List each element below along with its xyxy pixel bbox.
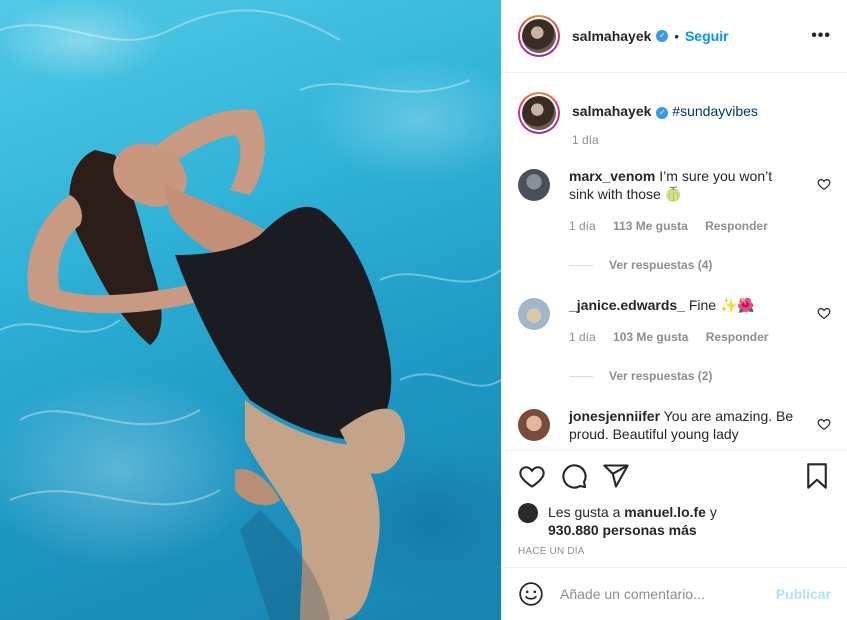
more-options-icon[interactable]: ••• <box>811 27 831 45</box>
heart-icon[interactable] <box>518 462 546 490</box>
commenter-avatar[interactable] <box>518 298 550 330</box>
author-avatar[interactable] <box>518 15 560 57</box>
comment-item: jonesjenniifer You are amazing. Be proud… <box>518 407 831 443</box>
comment-item: _janice.edwards_ Fine ✨🌺 1 día 103 Me gu… <box>518 296 831 346</box>
view-replies-button[interactable]: Ver respuestas (2) <box>569 369 831 383</box>
comment-meta: 1 día 113 Me gusta Responder <box>569 217 794 235</box>
likes-prefix: Les gusta a <box>548 504 621 520</box>
comment-input[interactable] <box>560 586 760 602</box>
comment-meta: 1 día 103 Me gusta Responder <box>569 328 794 346</box>
comment-like-heart-icon[interactable] <box>817 417 831 431</box>
add-comment-bar: Publicar <box>502 567 847 620</box>
comment-username[interactable]: jonesjenniifer <box>569 408 660 424</box>
comment-username[interactable]: _janice.edwards_ <box>569 297 685 313</box>
commenter-avatar[interactable] <box>518 409 550 441</box>
comment-like-heart-icon[interactable] <box>817 306 831 320</box>
liker-username[interactable]: manuel.lo.fe <box>624 504 706 520</box>
comment-like-heart-icon[interactable] <box>817 177 831 191</box>
pool-scene <box>0 9 501 620</box>
posted-ago[interactable]: HACE UN DÍA <box>518 546 831 557</box>
post-photo[interactable] <box>0 0 501 620</box>
caption-author-avatar[interactable] <box>518 92 560 134</box>
post-sidebar: salmahayek ✓ • Seguir ••• salmahayek ✓ #s… <box>501 0 847 620</box>
author-username[interactable]: salmahayek <box>572 28 651 44</box>
comment-item: marx_venom I’m sure you won’t sink with … <box>518 167 831 235</box>
verified-badge-icon: ✓ <box>656 30 669 42</box>
likes-count[interactable]: 930.880 personas más <box>548 522 697 538</box>
reply-button[interactable]: Responder <box>706 330 769 344</box>
view-replies-button[interactable]: Ver respuestas (4) <box>569 258 831 272</box>
comments-list[interactable]: salmahayek ✓ #sundayvibes 1 día marx_veno… <box>502 74 847 450</box>
comment-likes[interactable]: 103 Me gusta <box>613 330 688 344</box>
share-icon[interactable] <box>602 462 630 490</box>
comment-time[interactable]: 1 día <box>569 330 596 344</box>
post-caption: salmahayek ✓ #sundayvibes 1 día <box>518 92 831 147</box>
emoji-icon[interactable] <box>518 581 544 607</box>
comment-icon[interactable] <box>560 462 588 490</box>
view-replies-label[interactable]: Ver respuestas (2) <box>609 369 712 383</box>
replies-divider <box>569 264 593 266</box>
likes-connector: y <box>709 504 717 520</box>
instagram-post: salmahayek ✓ • Seguir ••• salmahayek ✓ #s… <box>0 0 847 620</box>
comment-time[interactable]: 1 día <box>569 219 596 233</box>
comment-likes[interactable]: 113 Me gusta <box>613 219 688 233</box>
comment-username[interactable]: marx_venom <box>569 168 655 184</box>
reply-button[interactable]: Responder <box>705 219 768 233</box>
comment-text: Fine ✨🌺 <box>688 297 755 313</box>
post-actions: Les gusta a manuel.lo.fe y 930.880 perso… <box>502 450 847 557</box>
caption-hashtag[interactable]: #sundayvibes <box>672 103 758 119</box>
bookmark-icon[interactable] <box>803 462 831 490</box>
commenter-avatar[interactable] <box>518 169 550 201</box>
likes-summary[interactable]: Les gusta a manuel.lo.fe y 930.880 perso… <box>518 503 831 539</box>
caption-author[interactable]: salmahayek <box>572 103 651 119</box>
caption-time[interactable]: 1 día <box>572 133 758 147</box>
publish-button[interactable]: Publicar <box>776 586 831 602</box>
action-icons <box>518 461 831 491</box>
post-header: salmahayek ✓ • Seguir ••• <box>502 0 847 73</box>
liker-avatar[interactable] <box>518 503 538 523</box>
replies-divider <box>569 375 593 377</box>
verified-badge-icon: ✓ <box>656 107 669 119</box>
follow-button[interactable]: Seguir <box>685 28 729 44</box>
header-separator: • <box>674 28 679 44</box>
view-replies-label[interactable]: Ver respuestas (4) <box>609 258 712 272</box>
